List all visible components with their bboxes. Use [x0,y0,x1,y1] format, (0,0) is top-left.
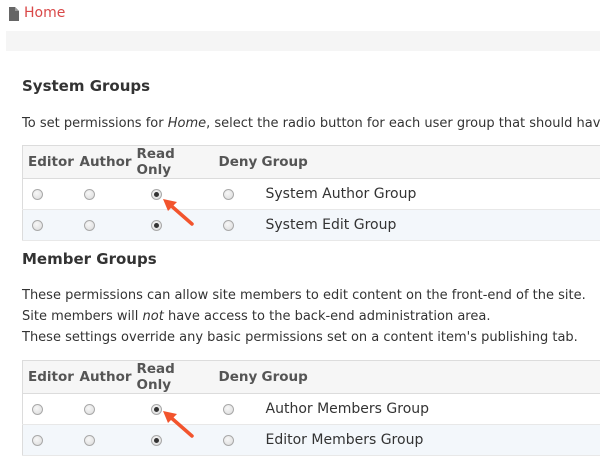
column-header-editor: Editor [22,360,75,394]
system-groups-description: To set permissions for Home, select the … [22,116,600,131]
table-row: System Edit Group [22,209,600,241]
system-groups-title: System Groups [22,77,151,95]
table-header-row: Editor Author Read Only Deny Group [22,360,600,394]
member-groups-description-line-1: These permissions can allow site members… [22,288,586,303]
column-header-author: Author [74,145,132,179]
member-groups-description-line-3: These settings override any basic permis… [22,330,578,345]
member-groups-title: Member Groups [22,250,157,268]
radio-editor[interactable] [32,434,43,446]
radio-editor[interactable] [32,219,43,231]
table-row: Author Members Group [22,393,600,425]
red-arrow-icon [163,411,194,438]
column-header-group: Group [256,145,600,179]
breadcrumb: Home [8,5,65,21]
group-name: Author Members Group [256,393,600,425]
member-groups-description-line-2: Site members will not have access to the… [22,309,491,324]
radio-deny[interactable] [222,219,234,231]
column-header-read-only: Read Only [131,360,214,394]
group-name: System Edit Group [256,209,600,241]
group-name: Editor Members Group [256,424,600,456]
document-icon [8,6,19,21]
column-header-author: Author [74,360,132,394]
member-groups-table: Editor Author Read Only Deny Group Autho… [22,360,600,456]
radio-editor[interactable] [32,188,43,200]
toolbar-strip [6,31,600,51]
radio-author[interactable] [83,188,95,200]
radio-author[interactable] [83,403,95,415]
radio-author[interactable] [83,434,95,446]
column-header-deny: Deny [213,360,257,394]
column-header-group: Group [256,360,600,394]
radio-deny[interactable] [222,434,234,446]
radio-deny[interactable] [222,403,234,415]
radio-editor[interactable] [32,403,43,415]
column-header-editor: Editor [22,145,75,179]
breadcrumb-home-link[interactable]: Home [24,5,65,21]
table-row: Editor Members Group [22,424,600,456]
column-header-read-only: Read Only [131,145,214,179]
system-groups-table: Editor Author Read Only Deny Group Syste… [22,145,600,241]
radio-author[interactable] [83,219,95,231]
table-header-row: Editor Author Read Only Deny Group [22,145,600,179]
column-header-deny: Deny [213,145,257,179]
table-row: System Author Group [22,178,600,210]
radio-deny[interactable] [222,188,234,200]
group-name: System Author Group [256,178,600,210]
red-arrow-icon [163,199,194,226]
